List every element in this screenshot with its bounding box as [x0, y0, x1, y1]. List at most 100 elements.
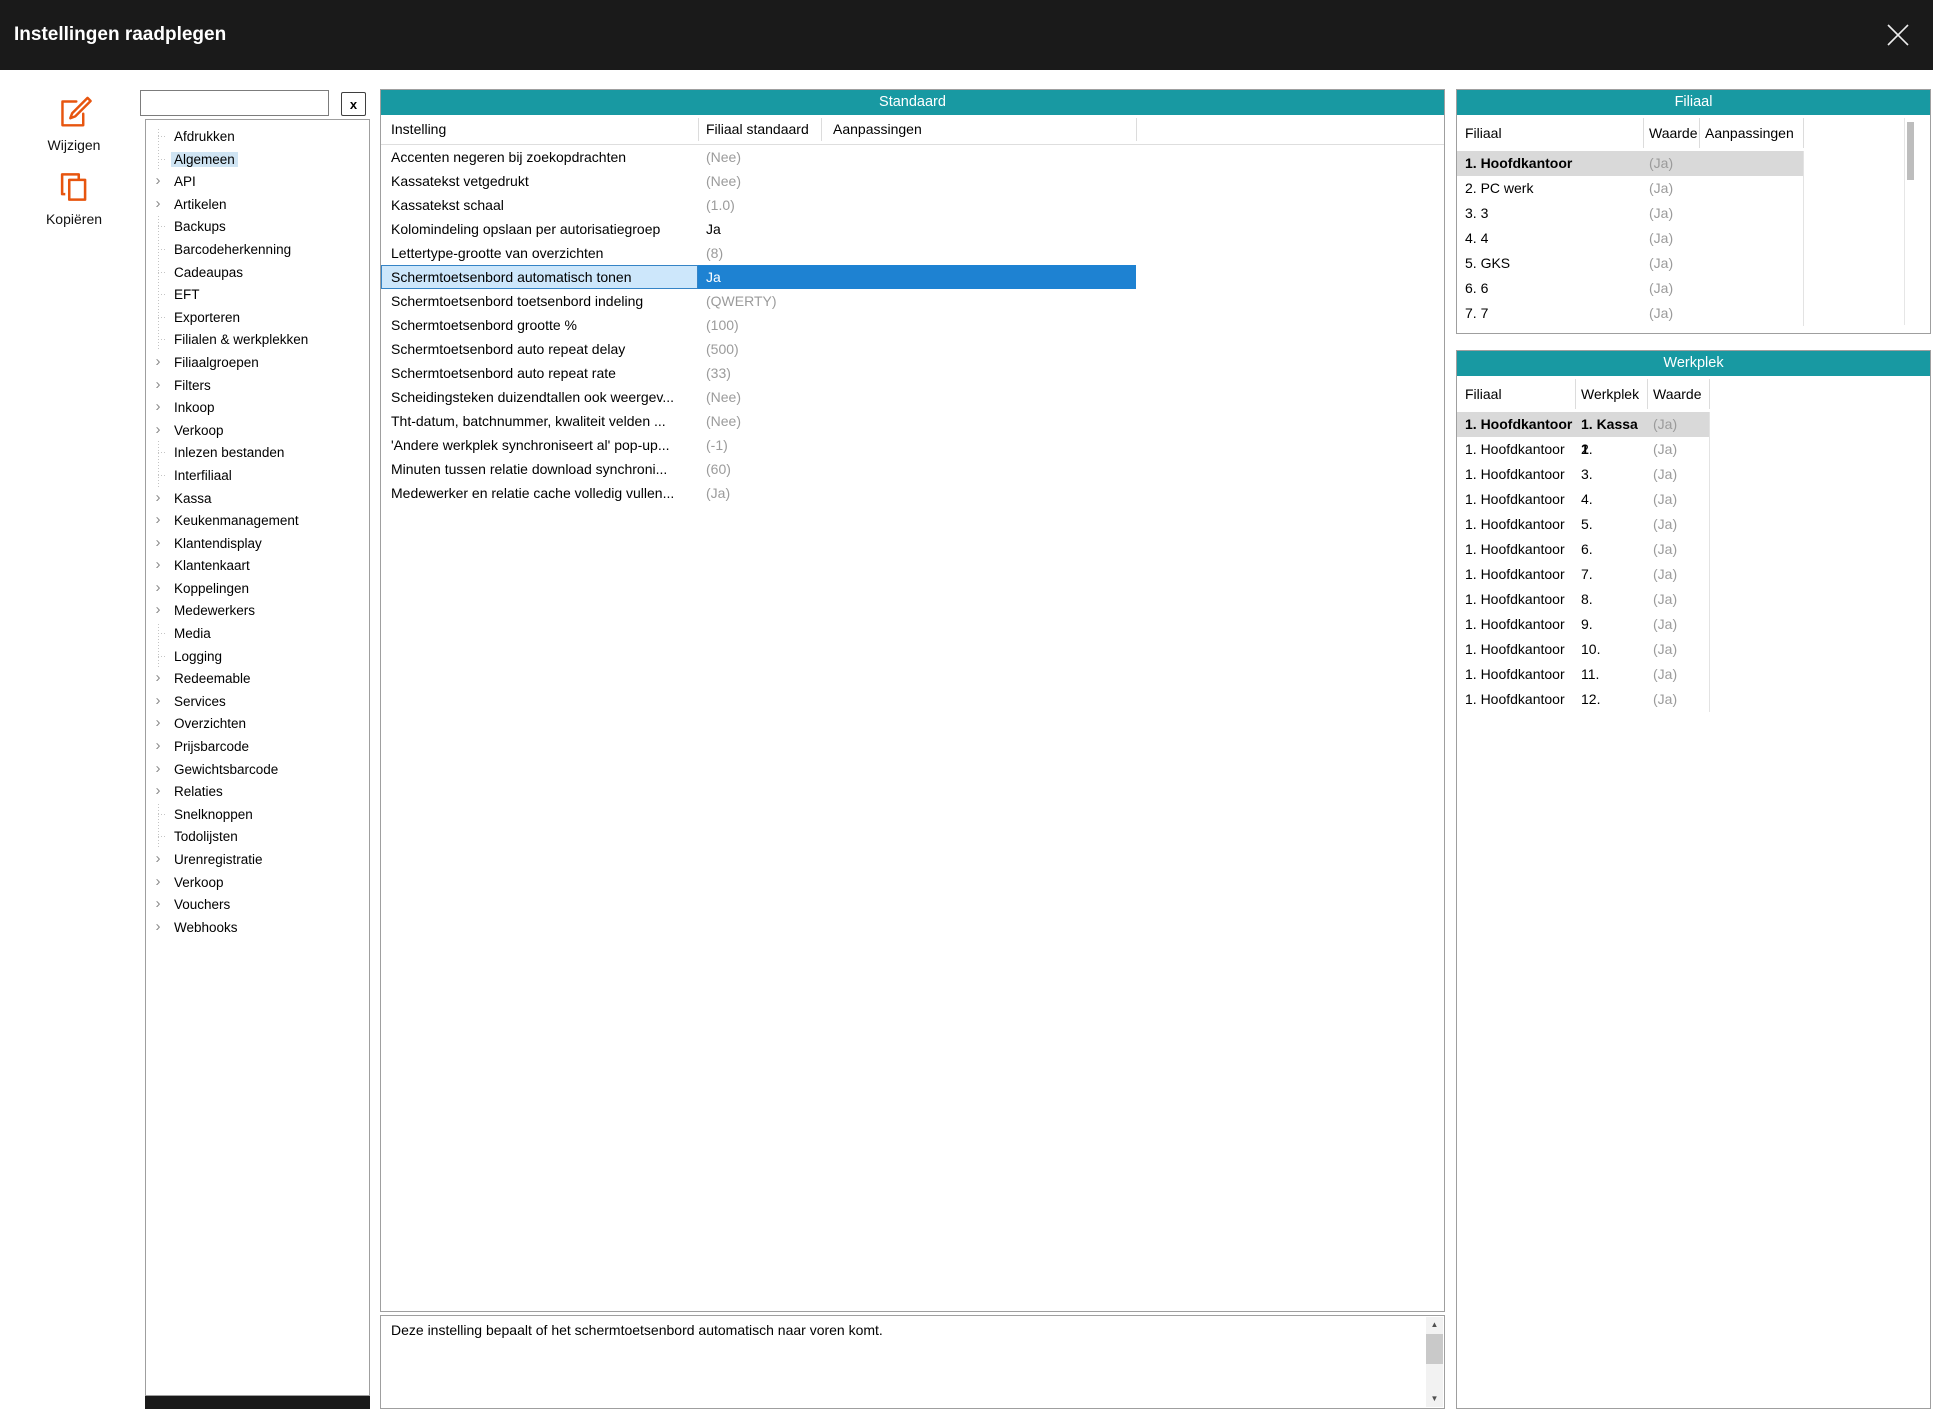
setting-row[interactable]: Schermtoetsenbord toetsenbord indeling(Q… [381, 289, 1444, 313]
setting-row[interactable]: Kolomindeling opslaan per autorisatiegro… [381, 217, 1444, 241]
tree-item-urenregistratie[interactable]: ›Urenregistratie [146, 848, 369, 871]
filiaal-scrollbar[interactable] [1904, 118, 1915, 325]
close-button[interactable] [1879, 16, 1917, 54]
tree-item-barcodeherkenning[interactable]: Barcodeherkenning [146, 238, 369, 261]
tree-item-overzichten[interactable]: ›Overzichten [146, 712, 369, 735]
tree-item-medewerkers[interactable]: ›Medewerkers [146, 599, 369, 622]
werkplek-row[interactable]: 1. Hoofdkantoor6.(Ja) [1457, 537, 1709, 562]
tree-item-snelknoppen[interactable]: Snelknoppen [146, 803, 369, 826]
werkplek-row[interactable]: 1. Hoofdkantoor2.(Ja) [1457, 437, 1709, 462]
setting-row[interactable]: Schermtoetsenbord auto repeat rate(33) [381, 361, 1444, 385]
chevron-right-icon[interactable]: › [150, 396, 166, 419]
tree-item-services[interactable]: ›Services [146, 690, 369, 713]
tree-item-klantenkaart[interactable]: ›Klantenkaart [146, 554, 369, 577]
chevron-right-icon[interactable]: › [150, 735, 166, 758]
column-header-waarde[interactable]: Waarde [1653, 386, 1702, 402]
chevron-right-icon[interactable]: › [150, 170, 166, 193]
setting-row[interactable]: Schermtoetsenbord grootte %(100) [381, 313, 1444, 337]
chevron-right-icon[interactable]: › [150, 758, 166, 781]
tree-item-exporteren[interactable]: Exporteren [146, 306, 369, 329]
chevron-right-icon[interactable]: › [150, 351, 166, 374]
tree-item-algemeen[interactable]: Algemeen [146, 148, 369, 171]
werkplek-row[interactable]: 1. Hoofdkantoor10.(Ja) [1457, 637, 1709, 662]
werkplek-row[interactable]: 1. Hoofdkantoor3.(Ja) [1457, 462, 1709, 487]
chevron-right-icon[interactable]: › [150, 667, 166, 690]
tree-item-interfiliaal[interactable]: Interfiliaal [146, 464, 369, 487]
scroll-down-icon[interactable]: ▼ [1426, 1391, 1443, 1407]
chevron-right-icon[interactable]: › [150, 577, 166, 600]
werkplek-row[interactable]: 1. Hoofdkantoor11.(Ja) [1457, 662, 1709, 687]
kopieren-button[interactable]: Kopiëren [22, 168, 126, 227]
tree-item-eft[interactable]: EFT [146, 283, 369, 306]
tree-item-keukenmanagement[interactable]: ›Keukenmanagement [146, 509, 369, 532]
setting-row[interactable]: Scheidingsteken duizendtallen ook weerge… [381, 385, 1444, 409]
setting-row[interactable]: Tht-datum, batchnummer, kwaliteit velden… [381, 409, 1444, 433]
tree-item-afdrukken[interactable]: Afdrukken [146, 125, 369, 148]
column-header-werkplek[interactable]: Werkplek [1581, 386, 1639, 402]
tree-item-koppelingen[interactable]: ›Koppelingen [146, 577, 369, 600]
setting-row[interactable]: Schermtoetsenbord auto repeat delay(500) [381, 337, 1444, 361]
setting-row[interactable]: Kassatekst vetgedrukt(Nee) [381, 169, 1444, 193]
tree-item-vouchers[interactable]: ›Vouchers [146, 893, 369, 916]
setting-row[interactable]: 'Andere werkplek synchroniseert al' pop-… [381, 433, 1444, 457]
tree-item-todolijsten[interactable]: Todolijsten [146, 825, 369, 848]
tree-item-media[interactable]: Media [146, 622, 369, 645]
filiaal-row[interactable]: 7. 7(Ja) [1457, 301, 1803, 326]
chevron-right-icon[interactable]: › [150, 599, 166, 622]
tree-item-filters[interactable]: ›Filters [146, 374, 369, 397]
column-header-instelling[interactable]: Instelling [391, 121, 446, 137]
tree-item-prijsbarcode[interactable]: ›Prijsbarcode [146, 735, 369, 758]
filiaal-row[interactable]: 6. 6(Ja) [1457, 276, 1803, 301]
chevron-right-icon[interactable]: › [150, 487, 166, 510]
scrollbar-thumb[interactable] [1907, 122, 1914, 180]
tree-item-backups[interactable]: Backups [146, 215, 369, 238]
tree-item-klantendisplay[interactable]: ›Klantendisplay [146, 532, 369, 555]
chevron-right-icon[interactable]: › [150, 532, 166, 555]
description-scrollbar[interactable]: ▲ ▼ [1426, 1317, 1443, 1407]
search-input[interactable] [140, 90, 329, 116]
chevron-right-icon[interactable]: › [150, 554, 166, 577]
scrollbar-thumb[interactable] [1426, 1334, 1443, 1364]
column-header-waarde[interactable]: Waarde [1649, 125, 1698, 141]
tree-item-webhooks[interactable]: ›Webhooks [146, 916, 369, 939]
tree-item-cadeaupas[interactable]: Cadeaupas [146, 261, 369, 284]
tree-item-verkoop[interactable]: ›Verkoop [146, 419, 369, 442]
tree-item-inkoop[interactable]: ›Inkoop [146, 396, 369, 419]
chevron-right-icon[interactable]: › [150, 509, 166, 532]
werkplek-row[interactable]: 1. Hoofdkantoor4.(Ja) [1457, 487, 1709, 512]
column-header-aanpassingen[interactable]: Aanpassingen [833, 121, 922, 137]
chevron-right-icon[interactable]: › [150, 916, 166, 939]
chevron-right-icon[interactable]: › [150, 374, 166, 397]
setting-row[interactable]: Schermtoetsenbord automatisch tonenJa [381, 265, 1444, 289]
tree-item-redeemable[interactable]: ›Redeemable [146, 667, 369, 690]
chevron-right-icon[interactable]: › [150, 848, 166, 871]
chevron-right-icon[interactable]: › [150, 193, 166, 216]
chevron-right-icon[interactable]: › [150, 871, 166, 894]
scroll-up-icon[interactable]: ▲ [1426, 1317, 1443, 1333]
column-header-aanpassingen[interactable]: Aanpassingen [1705, 125, 1794, 141]
tree-item-relaties[interactable]: ›Relaties [146, 780, 369, 803]
filiaal-row[interactable]: 2. PC werk(Ja) [1457, 176, 1803, 201]
column-header-filiaal[interactable]: Filiaal [1465, 125, 1502, 141]
setting-row[interactable]: Medewerker en relatie cache volledig vul… [381, 481, 1444, 505]
tree-item-kassa[interactable]: ›Kassa [146, 487, 369, 510]
tree-item-gewichtsbarcode[interactable]: ›Gewichtsbarcode [146, 758, 369, 781]
setting-row[interactable]: Minuten tussen relatie download synchron… [381, 457, 1444, 481]
werkplek-row[interactable]: 1. Hoofdkantoor9.(Ja) [1457, 612, 1709, 637]
column-header-filiaal-standaard[interactable]: Filiaal standaard [706, 121, 809, 137]
setting-row[interactable]: Kassatekst schaal(1.0) [381, 193, 1444, 217]
filiaal-row[interactable]: 5. GKS(Ja) [1457, 251, 1803, 276]
filiaal-row[interactable]: 4. 4(Ja) [1457, 226, 1803, 251]
chevron-right-icon[interactable]: › [150, 712, 166, 735]
chevron-right-icon[interactable]: › [150, 780, 166, 803]
werkplek-row[interactable]: 1. Hoofdkantoor12.(Ja) [1457, 687, 1709, 712]
tree-item-artikelen[interactable]: ›Artikelen [146, 193, 369, 216]
clear-search-button[interactable]: x [341, 92, 366, 116]
tree-item-logging[interactable]: Logging [146, 645, 369, 668]
tree-item-inlezen-bestanden[interactable]: Inlezen bestanden [146, 441, 369, 464]
chevron-right-icon[interactable]: › [150, 690, 166, 713]
wijzigen-button[interactable]: Wijzigen [22, 94, 126, 153]
tree-item-filialen-werkplekken[interactable]: Filialen & werkplekken [146, 328, 369, 351]
setting-row[interactable]: Accenten negeren bij zoekopdrachten(Nee) [381, 145, 1444, 169]
tree-item-api[interactable]: ›API [146, 170, 369, 193]
